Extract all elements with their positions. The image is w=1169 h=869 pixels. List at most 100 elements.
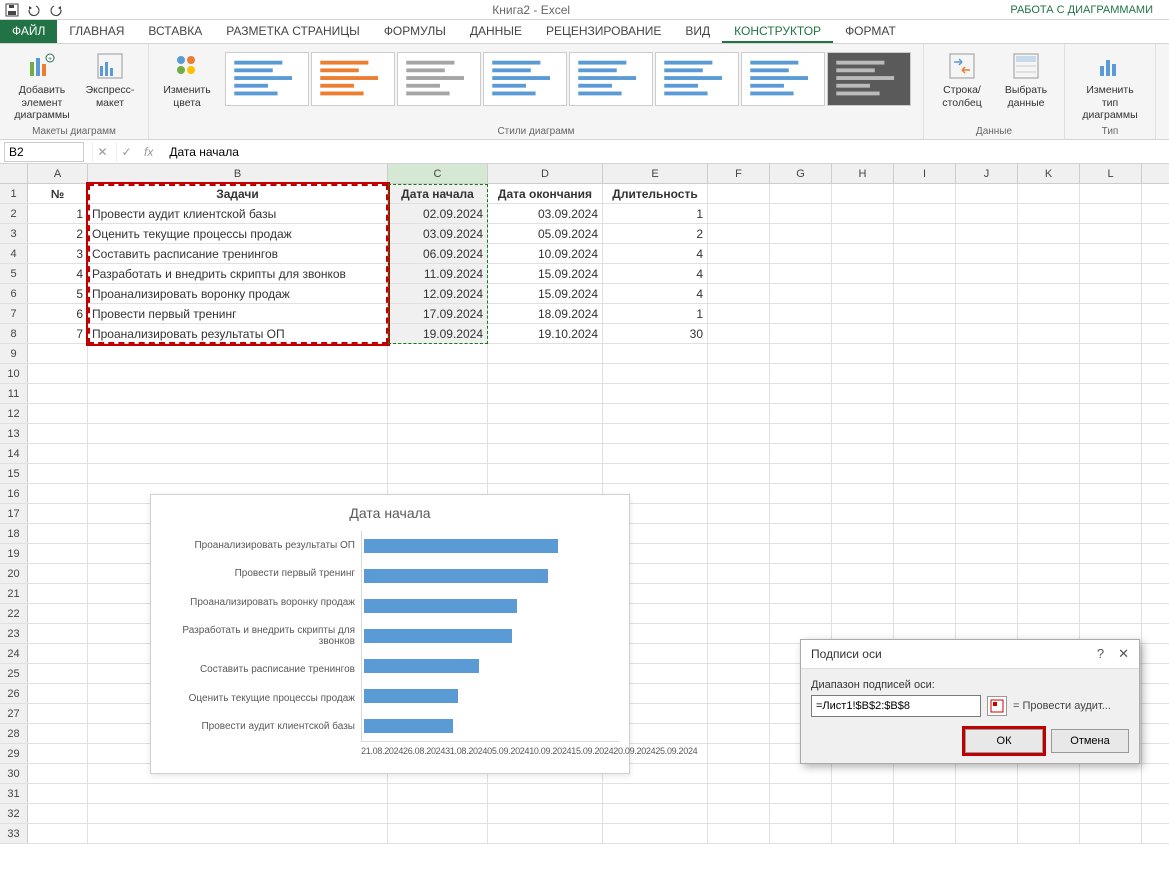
- cell[interactable]: 02.09.2024: [388, 204, 488, 223]
- title-bar: Книга2 - Excel РАБОТА С ДИАГРАММАМИ: [0, 0, 1169, 20]
- cell[interactable]: 4: [603, 284, 708, 303]
- col-header[interactable]: G: [770, 164, 832, 183]
- cell[interactable]: 2: [28, 224, 88, 243]
- style-thumb[interactable]: [569, 52, 653, 106]
- cell[interactable]: Дата начала: [388, 184, 488, 203]
- tab-formulas[interactable]: ФОРМУЛЫ: [372, 20, 458, 43]
- cell[interactable]: 4: [603, 244, 708, 263]
- name-box[interactable]: [4, 142, 84, 162]
- tab-layout[interactable]: РАЗМЕТКА СТРАНИЦЫ: [214, 20, 372, 43]
- tab-home[interactable]: ГЛАВНАЯ: [57, 20, 136, 43]
- cancel-button[interactable]: Отмена: [1051, 729, 1129, 753]
- cell[interactable]: Провести аудит клиентской базы: [88, 204, 388, 223]
- select-all-corner[interactable]: [0, 164, 28, 183]
- style-thumb[interactable]: [741, 52, 825, 106]
- cell[interactable]: 5: [28, 284, 88, 303]
- style-thumb[interactable]: [397, 52, 481, 106]
- chart-styles-gallery[interactable]: [221, 48, 915, 110]
- accept-formula-icon[interactable]: ✓: [116, 142, 136, 162]
- chart-tools-label: РАБОТА С ДИАГРАММАМИ: [998, 2, 1165, 18]
- help-icon[interactable]: ?: [1097, 646, 1104, 662]
- cell[interactable]: 05.09.2024: [488, 224, 603, 243]
- cell[interactable]: Разработать и внедрить скрипты для звонк…: [88, 264, 388, 283]
- range-input[interactable]: [811, 695, 981, 717]
- col-header[interactable]: E: [603, 164, 708, 183]
- cell[interactable]: Проанализировать воронку продаж: [88, 284, 388, 303]
- style-thumb[interactable]: [827, 52, 911, 106]
- add-chart-element-button[interactable]: + Добавить элемент диаграммы: [8, 48, 76, 124]
- switch-row-col-button[interactable]: Строка/столбец: [932, 48, 992, 111]
- ok-button[interactable]: ОК: [965, 729, 1043, 753]
- cell[interactable]: 1: [603, 304, 708, 323]
- style-thumb[interactable]: [483, 52, 567, 106]
- window-title: Книга2 - Excel: [64, 3, 998, 17]
- spreadsheet-grid[interactable]: A B C D E F G H I J K L 1 № Задачи Дата …: [0, 164, 1169, 864]
- cell[interactable]: 03.09.2024: [388, 224, 488, 243]
- style-thumb[interactable]: [311, 52, 395, 106]
- col-header[interactable]: I: [894, 164, 956, 183]
- cell[interactable]: 1: [603, 204, 708, 223]
- cell[interactable]: 12.09.2024: [388, 284, 488, 303]
- cell[interactable]: Провести первый тренинг: [88, 304, 388, 323]
- cell[interactable]: Проанализировать результаты ОП: [88, 324, 388, 343]
- range-selector-icon[interactable]: [987, 696, 1007, 716]
- tab-view[interactable]: ВИД: [673, 20, 722, 43]
- tab-review[interactable]: РЕЦЕНЗИРОВАНИЕ: [534, 20, 673, 43]
- cell[interactable]: 19.10.2024: [488, 324, 603, 343]
- cell[interactable]: Оценить текущие процессы продаж: [88, 224, 388, 243]
- cell[interactable]: 6: [28, 304, 88, 323]
- fx-icon[interactable]: fx: [144, 145, 153, 159]
- style-thumb[interactable]: [655, 52, 739, 106]
- ribbon: + Добавить элемент диаграммы Экспресс-ма…: [0, 44, 1169, 140]
- cell[interactable]: 11.09.2024: [388, 264, 488, 283]
- change-colors-button[interactable]: Изменить цвета: [157, 48, 217, 111]
- data-group-label: Данные: [976, 126, 1012, 137]
- save-icon[interactable]: [4, 2, 20, 18]
- cancel-formula-icon[interactable]: ✕: [92, 142, 112, 162]
- tab-insert[interactable]: ВСТАВКА: [136, 20, 214, 43]
- cell[interactable]: 4: [28, 264, 88, 283]
- cell[interactable]: 3: [28, 244, 88, 263]
- close-icon[interactable]: ✕: [1118, 646, 1129, 662]
- cell[interactable]: 1: [28, 204, 88, 223]
- col-header[interactable]: L: [1080, 164, 1142, 183]
- cell[interactable]: 2: [603, 224, 708, 243]
- redo-icon[interactable]: [48, 2, 64, 18]
- cell[interactable]: 06.09.2024: [388, 244, 488, 263]
- chart-category-axis: Проанализировать результаты ОППровести п…: [161, 531, 361, 741]
- express-layout-button[interactable]: Экспресс-макет: [80, 48, 140, 111]
- undo-icon[interactable]: [26, 2, 42, 18]
- cell[interactable]: Дата окончания: [488, 184, 603, 203]
- cell[interactable]: 15.09.2024: [488, 284, 603, 303]
- tab-data[interactable]: ДАННЫЕ: [458, 20, 534, 43]
- tab-file[interactable]: ФАЙЛ: [0, 20, 57, 43]
- cell[interactable]: 19.09.2024: [388, 324, 488, 343]
- col-header[interactable]: F: [708, 164, 770, 183]
- col-header[interactable]: K: [1018, 164, 1080, 183]
- cell[interactable]: Составить расписание тренингов: [88, 244, 388, 263]
- tab-design[interactable]: КОНСТРУКТОР: [722, 20, 833, 43]
- cell[interactable]: Длительность: [603, 184, 708, 203]
- cell[interactable]: 30: [603, 324, 708, 343]
- formula-input[interactable]: [165, 145, 1165, 159]
- cell[interactable]: 17.09.2024: [388, 304, 488, 323]
- col-header[interactable]: H: [832, 164, 894, 183]
- col-header[interactable]: B: [88, 164, 388, 183]
- col-header[interactable]: D: [488, 164, 603, 183]
- cell[interactable]: 03.09.2024: [488, 204, 603, 223]
- tab-format[interactable]: ФОРМАТ: [833, 20, 908, 43]
- col-header[interactable]: A: [28, 164, 88, 183]
- cell[interactable]: №: [28, 184, 88, 203]
- cell[interactable]: 15.09.2024: [488, 264, 603, 283]
- change-chart-type-button[interactable]: Изменить тип диаграммы: [1073, 48, 1147, 124]
- col-header[interactable]: C: [388, 164, 488, 183]
- embedded-chart[interactable]: Дата начала Проанализировать результаты …: [150, 494, 630, 774]
- cell[interactable]: Задачи: [88, 184, 388, 203]
- select-data-button[interactable]: Выбрать данные: [996, 48, 1056, 111]
- cell[interactable]: 4: [603, 264, 708, 283]
- cell[interactable]: 18.09.2024: [488, 304, 603, 323]
- style-thumb[interactable]: [225, 52, 309, 106]
- col-header[interactable]: J: [956, 164, 1018, 183]
- cell[interactable]: 10.09.2024: [488, 244, 603, 263]
- cell[interactable]: 7: [28, 324, 88, 343]
